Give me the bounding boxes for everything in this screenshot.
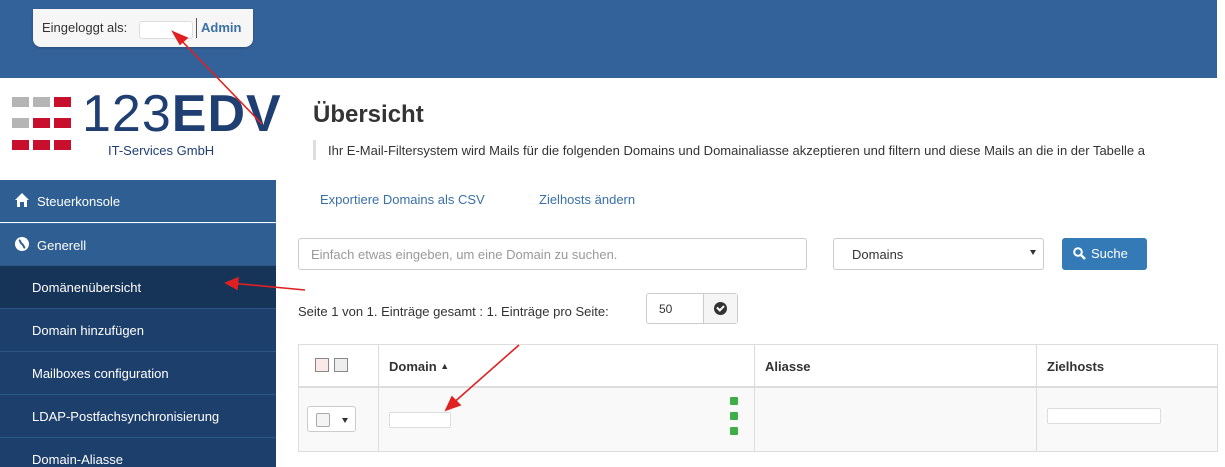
annotation-arrow-login xyxy=(171,30,263,125)
annotation-arrow-domain xyxy=(444,344,520,412)
annotation-arrows xyxy=(171,30,520,412)
annotation-arrow-sidebar xyxy=(224,276,306,291)
